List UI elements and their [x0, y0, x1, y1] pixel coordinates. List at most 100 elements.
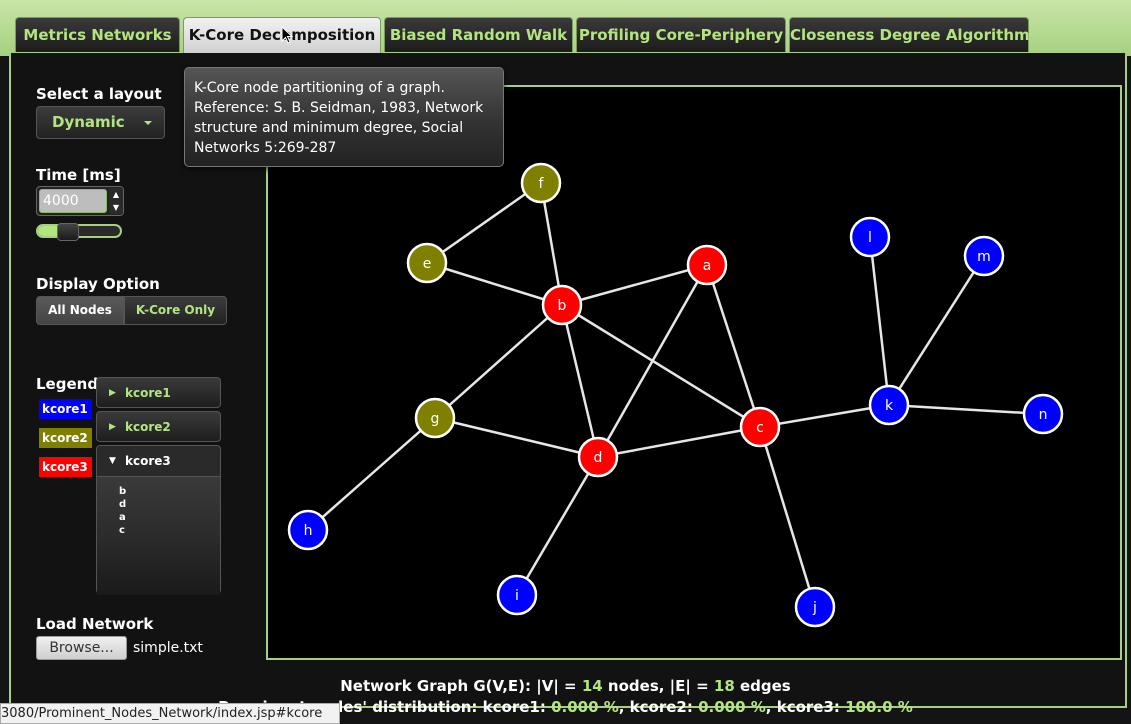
summary-text: , kcore3:	[765, 698, 846, 716]
layout-dropdown[interactable]: Dynamic	[36, 106, 165, 139]
graph-node-b[interactable]: b	[541, 284, 583, 326]
tooltip-line: K-Core node partitioning of a graph.	[194, 80, 445, 96]
list-item: b	[119, 486, 127, 497]
graph-edge-k-l	[868, 236, 891, 406]
tooltip-line: Networks 5:269-287	[194, 140, 337, 156]
graph-node-label: e	[423, 256, 432, 272]
graph-edge-d-i	[515, 456, 600, 596]
spinner-down-icon[interactable]: ▼	[109, 201, 123, 214]
graph-node-label: k	[885, 398, 894, 414]
accordion-title: kcore2	[125, 420, 171, 434]
graph-node-label: c	[756, 420, 764, 436]
caret-down-icon: ▼	[109, 456, 116, 466]
file-name: simple.txt	[133, 640, 203, 656]
time-slider[interactable]	[36, 223, 122, 241]
caret-right-icon: ▶	[109, 422, 116, 432]
accordion-title: kcore1	[125, 386, 171, 400]
graph-node-c[interactable]: c	[739, 406, 781, 448]
layout-dropdown-value: Dynamic	[52, 113, 125, 131]
time-slider-handle[interactable]	[56, 223, 79, 241]
graph-edge-g-h	[307, 417, 436, 531]
graph-node-j[interactable]: j	[794, 586, 836, 628]
summary-text: Network Graph G(V,E): |V| =	[340, 677, 582, 695]
k-core-only-button[interactable]: K-Core Only	[124, 296, 227, 325]
graph-node-label: h	[304, 523, 313, 539]
accordion-kcore2[interactable]: ▶ kcore2	[96, 411, 221, 442]
graph-edge-e-b	[426, 261, 563, 307]
mouse-cursor-icon	[281, 26, 294, 44]
graph-edge-e-f	[426, 181, 542, 265]
graph-node-label: l	[868, 230, 872, 246]
list-item: a	[119, 512, 126, 523]
graph-node-label: a	[703, 258, 712, 274]
legend-kcore1: kcore1	[39, 399, 92, 419]
graph-node-a[interactable]: a	[686, 244, 728, 286]
display-option-label: Display Option	[36, 275, 160, 293]
accordion-kcore3-body: b d a c	[97, 477, 220, 595]
legend-kcore2: kcore2	[39, 428, 92, 448]
kcore1-percent: 0.000 %	[551, 698, 619, 716]
accordion-title: kcore3	[125, 454, 171, 468]
all-nodes-button[interactable]: All Nodes	[36, 296, 124, 325]
status-bar-url: 3080/Prominent_Nodes_Network/index.jsp#k…	[0, 703, 340, 724]
graph-node-label: m	[977, 249, 991, 265]
graph-node-h[interactable]: h	[287, 509, 329, 551]
graph-node-f[interactable]: f	[520, 162, 562, 204]
list-item: c	[119, 525, 125, 536]
edges-count: 18	[713, 677, 735, 695]
tooltip-line: structure and minimum degree, Social	[194, 120, 464, 136]
graph-edge-c-j	[758, 426, 817, 608]
kcore3-percent: 100.0 %	[845, 698, 913, 716]
graph-node-l[interactable]: l	[849, 216, 891, 258]
graph-edge-g-d	[434, 416, 599, 459]
graph-node-label: j	[812, 600, 817, 616]
graph-edge-k-n	[888, 403, 1044, 416]
graph-node-d[interactable]: d	[577, 436, 619, 478]
graph-edge-k-m	[887, 255, 986, 406]
graph-node-label: g	[431, 411, 440, 427]
graph-edge-b-d	[560, 304, 600, 458]
time-label: Time [ms]	[36, 166, 121, 184]
time-input[interactable]	[39, 189, 107, 213]
graph-edge-b-g	[434, 304, 563, 419]
graph-node-label: b	[558, 298, 567, 314]
list-item: d	[119, 499, 127, 510]
time-spinner: ▲ ▼	[36, 186, 124, 216]
summary-text: nodes, |E| =	[602, 677, 714, 695]
graph-node-m[interactable]: m	[963, 235, 1005, 277]
graph-node-label: i	[515, 588, 519, 604]
accordion-kcore3[interactable]: ▼ kcore3 b d a c	[96, 445, 221, 595]
chevron-down-icon	[144, 121, 152, 125]
graph-edge-b-c	[561, 303, 761, 429]
network-summary: Network Graph G(V,E): |V| = 14 nodes, |E…	[0, 677, 1131, 695]
legend-kcore3: kcore3	[39, 457, 92, 477]
graph-node-label: d	[594, 450, 603, 466]
graph-node-g[interactable]: g	[414, 397, 456, 439]
tab-tooltip: K-Core node partitioning of a graph. Ref…	[184, 67, 504, 167]
tab-profiling-core-periphery[interactable]: Profiling Core-Periphery	[576, 17, 786, 52]
graph-node-k[interactable]: k	[868, 384, 910, 426]
graph-node-label: n	[1039, 407, 1048, 423]
tab-metrics-networks[interactable]: Metrics Networks	[15, 17, 180, 52]
graph-node-i[interactable]: i	[496, 574, 538, 616]
caret-right-icon: ▶	[109, 388, 116, 398]
layout-label: Select a layout	[36, 85, 162, 103]
kcore2-percent: 0.000 %	[698, 698, 766, 716]
browse-button[interactable]: Browse...	[36, 636, 127, 660]
tab-biased-random-walk[interactable]: Biased Random Walk	[384, 17, 573, 52]
load-network-label: Load Network	[36, 615, 154, 633]
graph-canvas[interactable]: a b c d e f g h i j k l m n	[266, 85, 1122, 660]
graph-edge-a-d	[596, 264, 709, 458]
tooltip-line: Reference: S. B. Seidman, 1983, Network	[194, 100, 484, 116]
time-slider-fill	[38, 226, 59, 236]
graph-node-n[interactable]: n	[1022, 393, 1064, 435]
graph-edge-b-a	[561, 263, 708, 307]
summary-text: , kcore2:	[618, 698, 699, 716]
graph-edge-a-c	[705, 264, 762, 428]
legend-label: Legend	[36, 375, 99, 393]
accordion-kcore1[interactable]: ▶ kcore1	[96, 377, 221, 408]
summary-text: edges	[734, 677, 791, 695]
tab-closeness-degree-algorithm[interactable]: Closeness Degree Algorithm	[789, 17, 1030, 52]
graph-node-e[interactable]: e	[406, 242, 448, 284]
spinner-up-icon[interactable]: ▲	[109, 188, 123, 201]
